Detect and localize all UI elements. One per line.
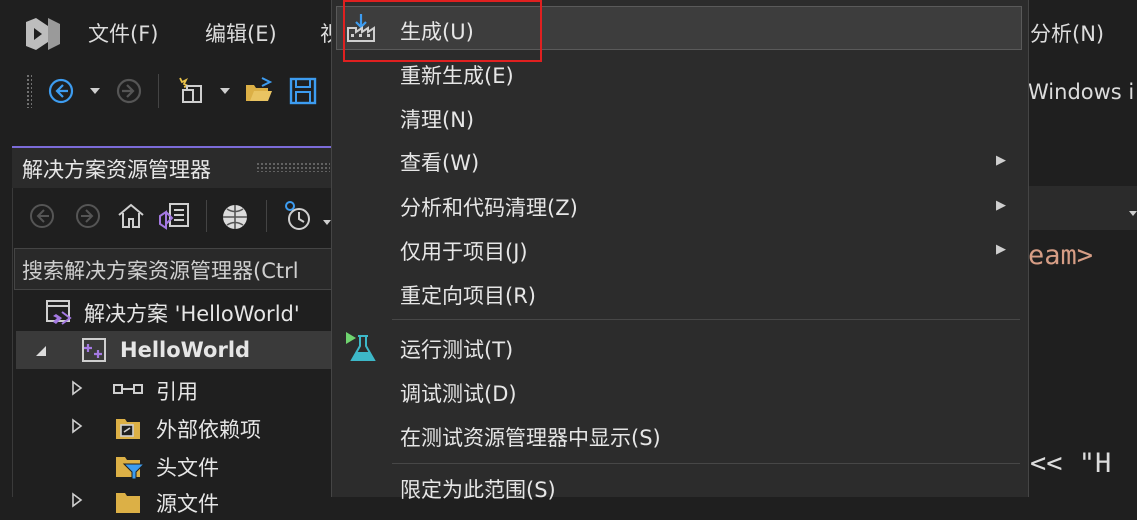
tree-external-deps-label[interactable]: 外部依赖项 <box>156 414 261 444</box>
menu-item-show-in-test-explorer[interactable]: 在测试资源管理器中显示(S) <box>400 422 661 452</box>
save-icon[interactable] <box>288 76 318 106</box>
tree-project-label[interactable]: HelloWorld <box>120 338 250 362</box>
submenu-arrow-icon: ▶ <box>996 198 1006 213</box>
toolbar-divider <box>158 74 159 108</box>
expand-arrow-icon[interactable] <box>70 418 84 438</box>
collapse-arrow-icon[interactable] <box>34 343 48 362</box>
menu-item-scope-to-this[interactable]: 限定为此范围(S) <box>400 474 556 504</box>
toolbar-divider <box>206 200 207 232</box>
new-item-dropdown-icon[interactable] <box>214 76 236 106</box>
se-back-icon[interactable] <box>28 202 56 234</box>
menu-separator <box>392 463 1020 464</box>
menu-edit[interactable]: 编辑(E) <box>205 18 277 48</box>
toolbar-divider <box>266 200 267 232</box>
folder-sources-icon <box>114 488 144 520</box>
menu-item-view[interactable]: 查看(W) <box>400 147 479 177</box>
toolbar-grip <box>26 74 32 108</box>
combo-dropdown-icon[interactable] <box>1128 203 1137 222</box>
se-forward-icon[interactable] <box>74 202 102 234</box>
menu-analyze[interactable]: 分析(N) <box>1030 18 1104 48</box>
code-line-include: eam> <box>1028 240 1094 271</box>
solution-icon <box>44 298 74 332</box>
menu-item-clean[interactable]: 清理(N) <box>400 104 474 134</box>
back-icon[interactable] <box>46 76 76 106</box>
folder-filter-icon <box>114 452 146 484</box>
solution-explorer-title: 解决方案资源管理器 <box>22 158 211 182</box>
cpp-project-icon <box>80 336 108 368</box>
switch-views-icon[interactable] <box>158 200 192 236</box>
forward-icon[interactable] <box>114 76 144 106</box>
code-editor[interactable] <box>1028 122 1137 497</box>
code-line-output: << "H <box>1030 448 1112 479</box>
menu-file[interactable]: 文件(F) <box>88 18 158 48</box>
back-dropdown-icon[interactable] <box>84 76 106 106</box>
folder-dependencies-icon <box>114 414 144 446</box>
platform-selector[interactable]: Windows i <box>1028 80 1134 104</box>
menu-item-retarget[interactable]: 重定向项目(R) <box>400 280 536 310</box>
references-icon <box>112 378 148 404</box>
submenu-arrow-icon: ▶ <box>996 153 1006 168</box>
menu-item-debug-tests[interactable]: 调试测试(D) <box>400 378 517 408</box>
menu-item-run-tests[interactable]: 运行测试(T) <box>400 334 513 364</box>
tree-headers-label[interactable]: 头文件 <box>156 452 219 482</box>
menu-item-project-only[interactable]: 仅用于项目(J) <box>400 236 528 266</box>
open-folder-icon[interactable] <box>244 76 274 106</box>
pending-changes-icon[interactable] <box>280 198 316 236</box>
tree-sources-label[interactable]: 源文件 <box>156 488 219 518</box>
editor-nav-combo[interactable] <box>1028 186 1137 230</box>
panel-grip[interactable] <box>256 162 330 172</box>
expand-arrow-icon[interactable] <box>70 492 84 512</box>
menu-item-analyze-cleanup[interactable]: 分析和代码清理(Z) <box>400 192 578 222</box>
home-icon[interactable] <box>116 202 146 234</box>
tree-solution-label[interactable]: 解决方案 'HelloWorld' <box>84 298 300 328</box>
tree-references-label[interactable]: 引用 <box>156 376 198 406</box>
run-tests-icon <box>344 330 378 368</box>
menu-separator <box>392 319 1020 320</box>
vs-logo-icon[interactable] <box>22 14 64 54</box>
menu-item-rebuild[interactable]: 重新生成(E) <box>400 60 514 90</box>
annotation-highlight-box <box>343 0 542 62</box>
submenu-arrow-icon: ▶ <box>996 242 1006 257</box>
web-globe-icon[interactable] <box>220 202 250 236</box>
expand-arrow-icon[interactable] <box>70 380 84 400</box>
new-item-icon[interactable] <box>176 76 206 106</box>
solution-search-input[interactable]: 搜索解决方案资源管理器(Ctrl <box>22 255 299 285</box>
